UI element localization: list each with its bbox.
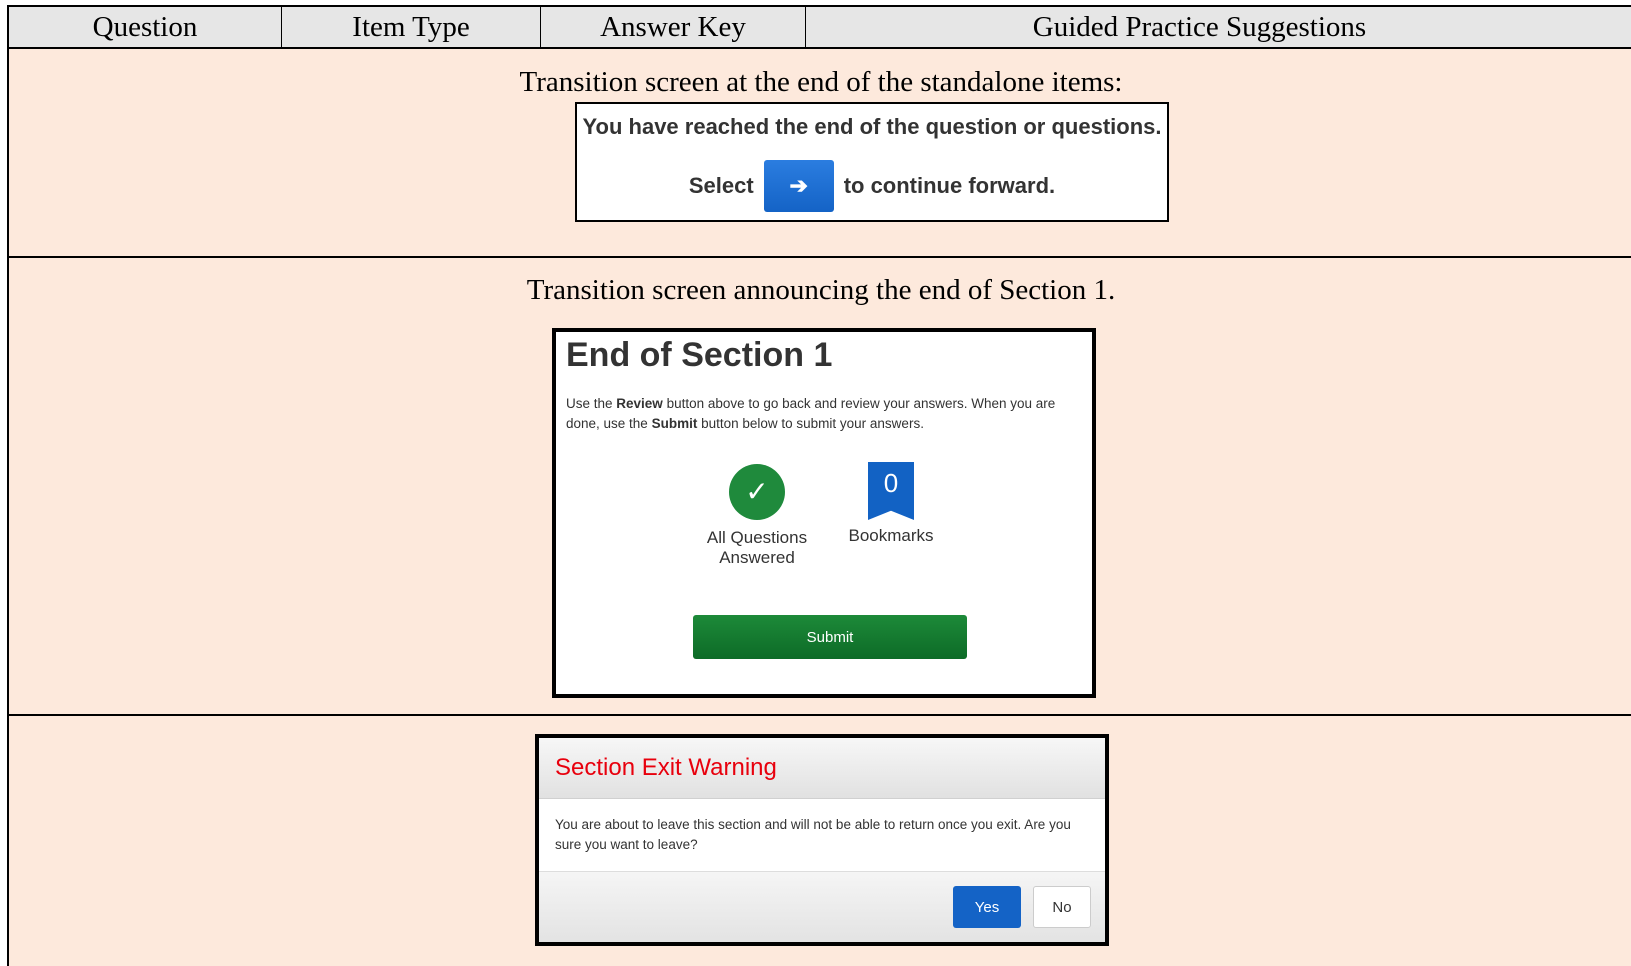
- header-question: Question: [9, 7, 282, 47]
- desc-text: Use the: [566, 396, 617, 411]
- next-arrow-button[interactable]: ➔: [763, 160, 834, 212]
- section-end-title: End of Section 1: [566, 336, 833, 374]
- end-of-items-message: You have reached the end of the question…: [582, 114, 1162, 139]
- bookmarks-status[interactable]: 0 Bookmarks: [836, 462, 946, 546]
- table-row: Transition screen at the end of the stan…: [9, 49, 1631, 258]
- table-row: Section Exit Warning You are about to le…: [9, 716, 1631, 966]
- answered-status: ✓ All Questions Answered: [702, 464, 812, 568]
- review-keyword: Review: [616, 396, 663, 411]
- section-end-description: Use the Review button above to go back a…: [566, 394, 1076, 434]
- no-button[interactable]: No: [1033, 886, 1091, 928]
- row-caption: Transition screen announcing the end of …: [526, 274, 1116, 306]
- dialog-title: Section Exit Warning: [539, 738, 1105, 799]
- check-circle-icon: ✓: [729, 464, 785, 520]
- end-of-section-screenshot: End of Section 1 Use the Review button a…: [552, 328, 1096, 698]
- dialog-message: You are about to leave this section and …: [555, 817, 1071, 852]
- answered-label: All Questions Answered: [706, 528, 808, 567]
- guided-practice-table: Question Item Type Answer Key Guided Pra…: [7, 5, 1631, 966]
- header-item-type: Item Type: [282, 7, 541, 47]
- select-text: Select: [688, 173, 754, 198]
- table-header-row: Question Item Type Answer Key Guided Pra…: [9, 5, 1631, 49]
- submit-button[interactable]: Submit: [693, 615, 967, 659]
- end-of-items-screenshot: You have reached the end of the question…: [575, 102, 1169, 222]
- bookmark-icon: 0: [868, 462, 914, 520]
- desc-text: button below to submit your answers.: [697, 416, 924, 431]
- continue-text: to continue forward.: [843, 173, 1056, 198]
- table-row: Transition screen announcing the end of …: [9, 258, 1631, 716]
- row-caption: Transition screen at the end of the stan…: [519, 66, 1123, 98]
- header-guided-practice: Guided Practice Suggestions: [1032, 10, 1367, 43]
- dialog-footer: Yes No: [539, 871, 1105, 942]
- header-answer-key: Answer Key: [541, 7, 806, 47]
- arrow-right-icon: ➔: [789, 173, 808, 198]
- submit-keyword: Submit: [651, 416, 698, 431]
- yes-button[interactable]: Yes: [953, 886, 1021, 928]
- section-exit-warning-dialog: Section Exit Warning You are about to le…: [535, 734, 1109, 946]
- bookmarks-label: Bookmarks: [848, 526, 934, 545]
- continue-instruction: Select ➔ to continue forward.: [577, 160, 1167, 212]
